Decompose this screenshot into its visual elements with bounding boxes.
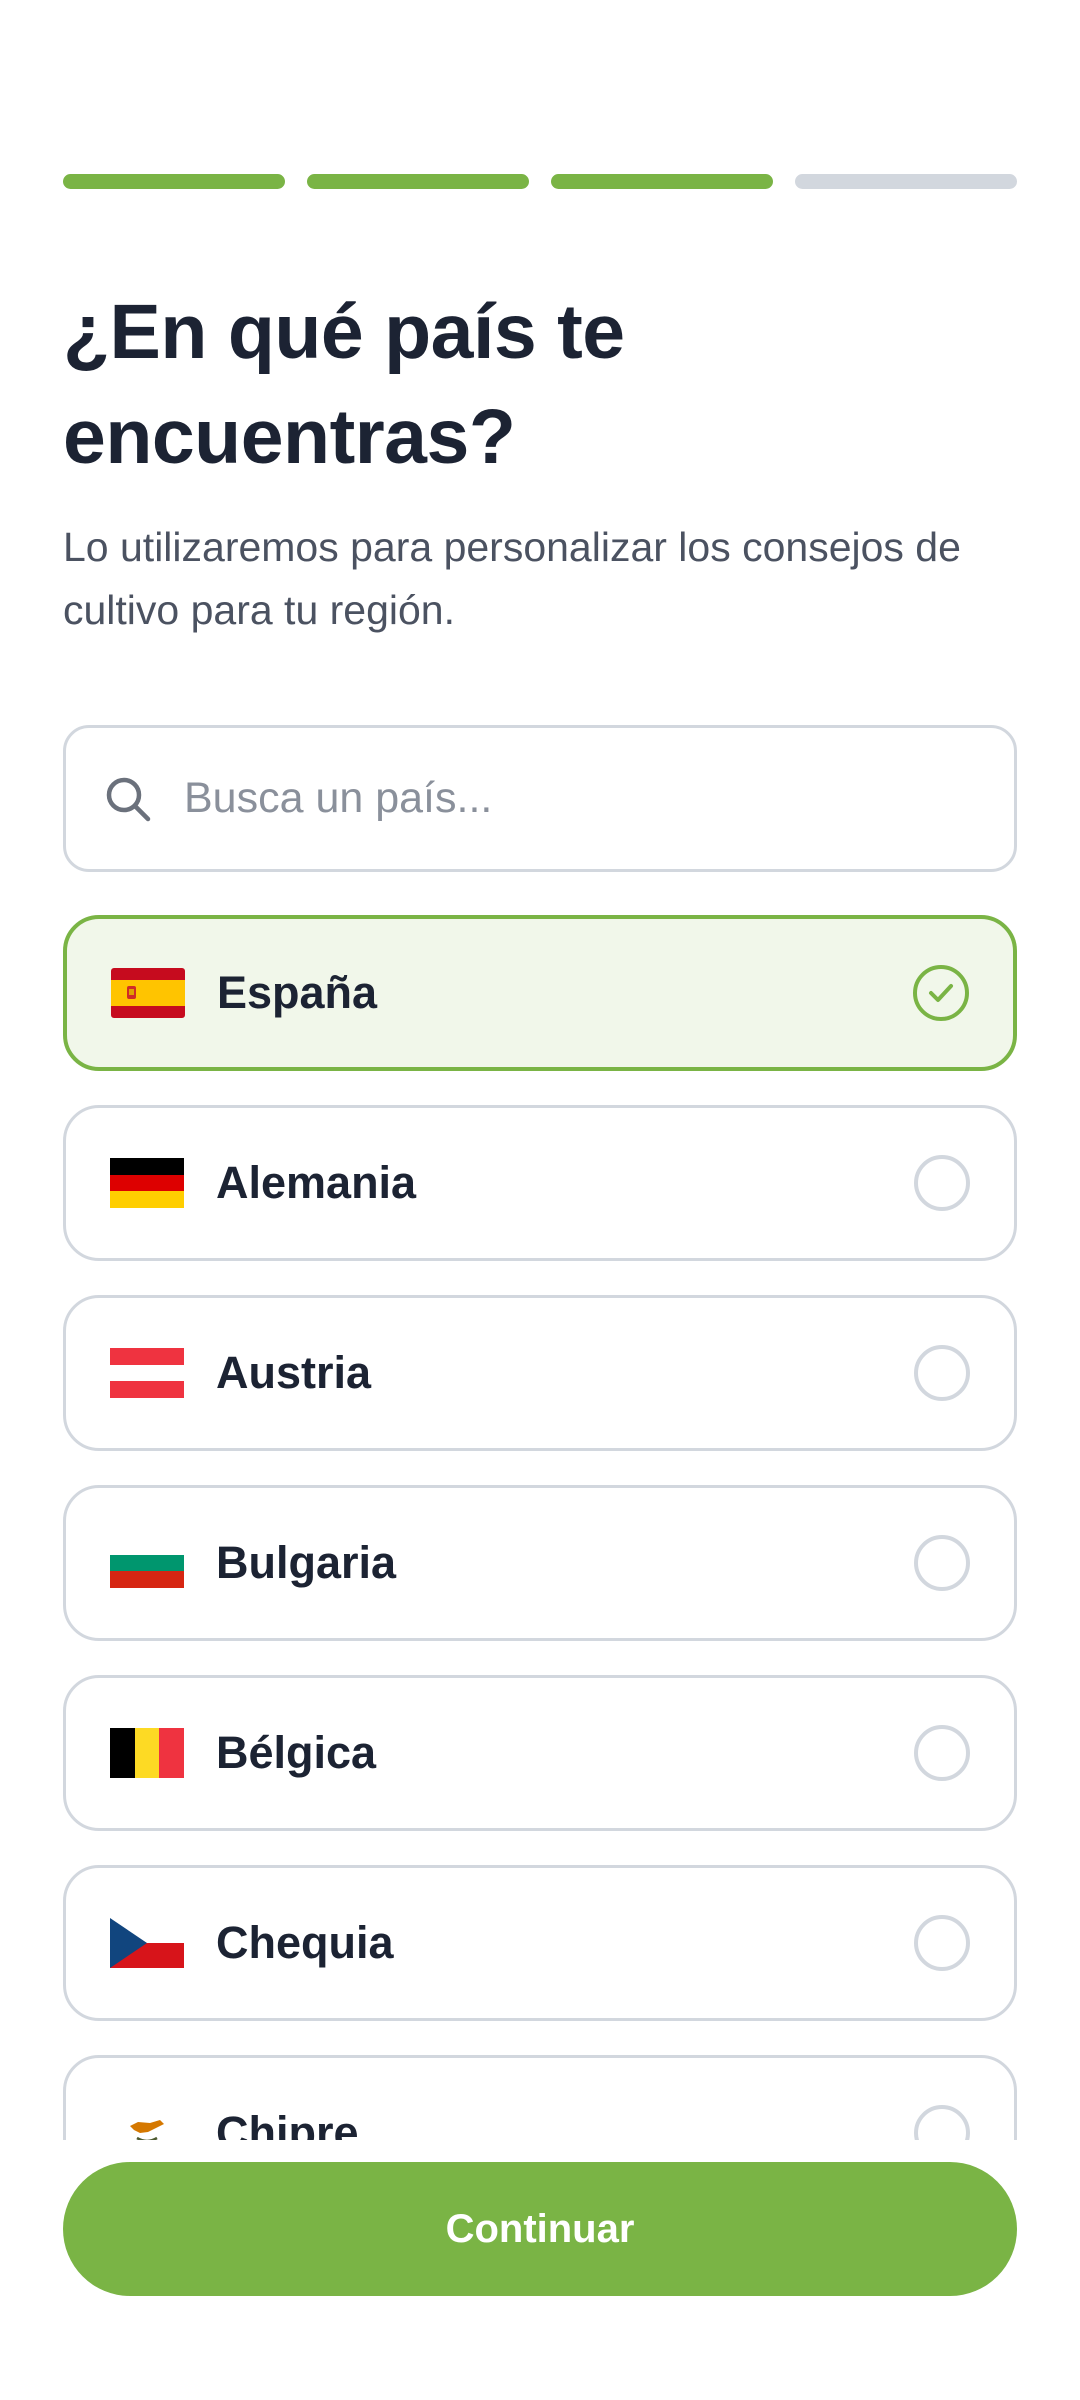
country-option-chequia[interactable]: Chequia bbox=[63, 1865, 1017, 2021]
austria-flag-icon bbox=[110, 1348, 184, 1398]
spain-flag-icon bbox=[111, 968, 185, 1018]
search-input[interactable] bbox=[184, 758, 944, 839]
country-option-bulgaria[interactable]: Bulgaria bbox=[63, 1485, 1017, 1641]
bulgaria-flag-icon bbox=[110, 1538, 184, 1588]
radio-unchecked[interactable] bbox=[914, 1345, 970, 1401]
country-option-espana[interactable]: España bbox=[63, 915, 1017, 1071]
radio-checked[interactable] bbox=[913, 965, 969, 1021]
country-option-alemania[interactable]: Alemania bbox=[63, 1105, 1017, 1261]
country-name: Chequia bbox=[216, 1917, 394, 1968]
country-list[interactable]: España Alemania Austria Bulgaria Bélgica… bbox=[0, 900, 1080, 2140]
progress-step-4 bbox=[795, 174, 1017, 189]
country-name: España bbox=[217, 967, 378, 1018]
country-name: Bulgaria bbox=[216, 1537, 397, 1588]
page-title: ¿En qué país te encuentras? bbox=[63, 289, 625, 480]
progress-step-3 bbox=[551, 174, 773, 189]
country-option-belgica[interactable]: Bélgica bbox=[63, 1675, 1017, 1831]
progress-step-1 bbox=[63, 174, 285, 189]
country-name: Bélgica bbox=[216, 1727, 377, 1778]
check-icon bbox=[929, 984, 953, 1002]
step-progress bbox=[63, 174, 1017, 189]
progress-step-2 bbox=[307, 174, 529, 189]
country-name: Austria bbox=[216, 1347, 372, 1398]
radio-unchecked[interactable] bbox=[914, 1915, 970, 1971]
country-selection-screen: ¿En qué país te encuentras? Lo utilizare… bbox=[0, 0, 1080, 2400]
continue-button[interactable]: Continuar bbox=[63, 2162, 1017, 2296]
cyprus-flag-icon bbox=[110, 2108, 184, 2140]
czechia-flag-icon bbox=[110, 1918, 184, 1968]
search-icon bbox=[106, 777, 151, 821]
page-subtitle: Lo utilizaremos para personalizar los co… bbox=[63, 524, 961, 633]
country-name: Chipre bbox=[216, 2107, 359, 2140]
search-box[interactable] bbox=[63, 725, 1017, 872]
belgium-flag-icon bbox=[110, 1728, 184, 1778]
radio-unchecked[interactable] bbox=[914, 1155, 970, 1211]
country-option-austria[interactable]: Austria bbox=[63, 1295, 1017, 1451]
radio-unchecked[interactable] bbox=[914, 1535, 970, 1591]
germany-flag-icon bbox=[110, 1158, 184, 1208]
radio-unchecked[interactable] bbox=[914, 1725, 970, 1781]
country-option-chipre[interactable]: Chipre bbox=[63, 2055, 1017, 2140]
radio-unchecked[interactable] bbox=[914, 2105, 970, 2140]
country-name: Alemania bbox=[216, 1157, 417, 1208]
